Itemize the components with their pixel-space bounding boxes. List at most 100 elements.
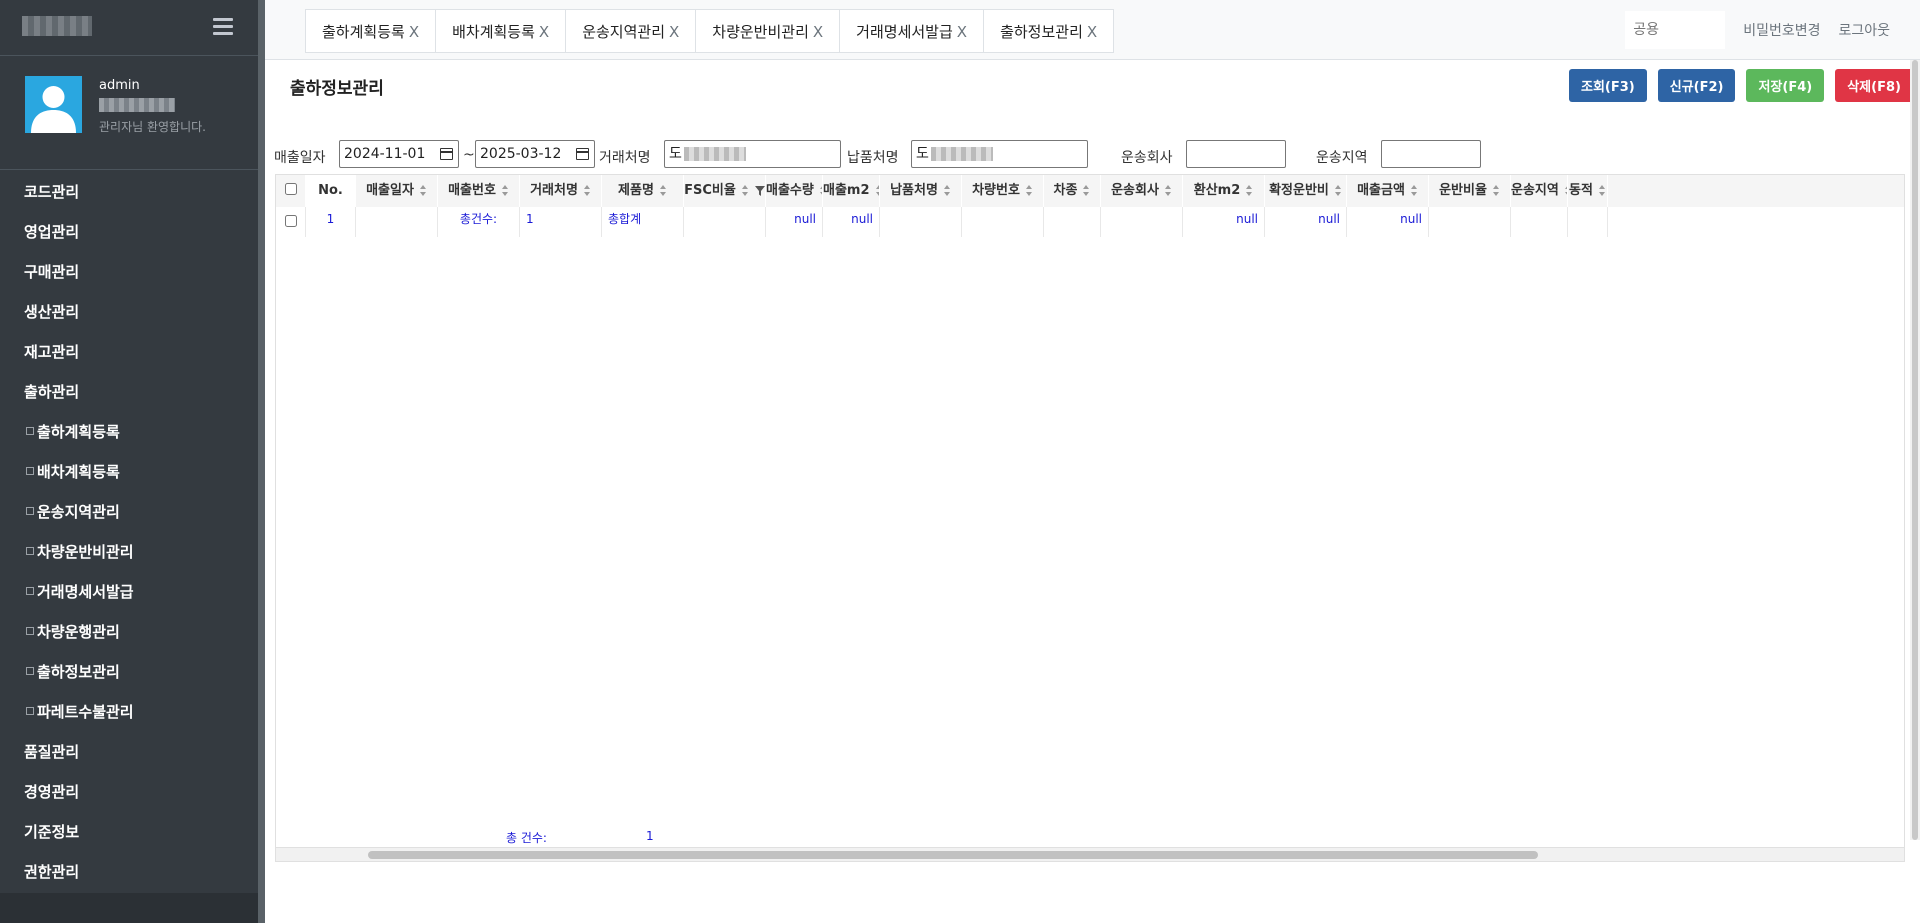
column-header[interactable]: 납품처명: [880, 175, 962, 207]
calendar-icon[interactable]: [440, 148, 453, 160]
sort-icon[interactable]: [1492, 185, 1500, 196]
tab-close-icon[interactable]: X: [957, 23, 967, 41]
column-header[interactable]: 거래처명: [520, 175, 602, 207]
cell-dynamic[interactable]: [1568, 207, 1608, 237]
date-to-input[interactable]: 2025-03-12: [475, 140, 595, 168]
sort-icon[interactable]: [1025, 185, 1033, 196]
sidebar-item[interactable]: 구매관리: [0, 252, 258, 292]
row-checkbox[interactable]: [284, 215, 297, 227]
cell-product[interactable]: 총합계: [602, 207, 684, 237]
tab[interactable]: 출하계획등록 X: [305, 9, 436, 53]
column-header[interactable]: 매출번호: [438, 175, 520, 207]
cell-m2[interactable]: null: [823, 207, 880, 237]
calendar-icon[interactable]: [576, 148, 589, 160]
column-header[interactable]: 동적: [1568, 175, 1608, 207]
select-all-checkbox[interactable]: [284, 183, 297, 195]
transport-region-input[interactable]: [1381, 140, 1481, 168]
sort-icon[interactable]: [1410, 185, 1418, 196]
column-header[interactable]: 환산m2: [1183, 175, 1265, 207]
cell-conv-m2[interactable]: null: [1183, 207, 1265, 237]
cell-no[interactable]: 1: [306, 207, 356, 237]
delivery-input[interactable]: 도: [911, 140, 1088, 168]
tab-close-icon[interactable]: X: [539, 23, 549, 41]
tab[interactable]: 출하정보관리 X: [983, 9, 1115, 53]
cell-vehicle-type[interactable]: [1044, 207, 1101, 237]
sidebar-item[interactable]: 배차계획등록: [0, 452, 258, 492]
cell-vehicle-no[interactable]: [962, 207, 1044, 237]
column-header[interactable]: 운송지역: [1511, 175, 1568, 207]
sort-icon[interactable]: [659, 185, 667, 196]
sidebar-item[interactable]: 재고관리: [0, 332, 258, 372]
column-header[interactable]: 운송회사: [1101, 175, 1183, 207]
column-header[interactable]: 매출일자: [356, 175, 438, 207]
tab-close-icon[interactable]: X: [669, 23, 679, 41]
tab[interactable]: 배차계획등록 X: [435, 9, 566, 53]
sort-icon[interactable]: [1598, 185, 1606, 196]
cell-customer[interactable]: 1: [520, 207, 602, 237]
column-header[interactable]: 확정운반비: [1265, 175, 1347, 207]
cell-confirmed-fee[interactable]: null: [1265, 207, 1347, 237]
vertical-scrollbar[interactable]: [1910, 60, 1920, 840]
column-header[interactable]: 차종: [1044, 175, 1101, 207]
date-from-input[interactable]: 2024-11-01: [339, 140, 459, 168]
sort-icon[interactable]: [1164, 185, 1172, 196]
sort-icon[interactable]: [741, 185, 749, 196]
sidebar-item[interactable]: 차량운행관리: [0, 612, 258, 652]
save-button[interactable]: 저장(F4): [1746, 69, 1825, 102]
sidebar-item[interactable]: 품질관리: [0, 732, 258, 772]
column-header[interactable]: 운반비율: [1429, 175, 1511, 207]
sidebar-item[interactable]: 차량운반비관리: [0, 532, 258, 572]
sidebar-item[interactable]: 파레트수불관리: [0, 692, 258, 732]
filter-icon[interactable]: [749, 183, 765, 198]
sidebar-item[interactable]: 경영관리: [0, 772, 258, 812]
common-input[interactable]: [1625, 11, 1726, 49]
sidebar-item[interactable]: 거래명세서발급: [0, 572, 258, 612]
cell-region[interactable]: [1511, 207, 1568, 237]
table-row[interactable]: 1 총건수: 1 총합계 null null null null null: [276, 207, 1904, 237]
hamburger-menu-icon[interactable]: [213, 18, 233, 36]
sort-icon[interactable]: [1246, 185, 1253, 196]
sort-icon[interactable]: [419, 185, 427, 196]
column-header[interactable]: No.: [306, 175, 356, 207]
tab-close-icon[interactable]: X: [1087, 23, 1097, 41]
column-header[interactable]: FSC비율: [684, 175, 766, 207]
sidebar-item[interactable]: 출하관리: [0, 372, 258, 412]
sidebar-item[interactable]: 생산관리: [0, 292, 258, 332]
cell-fsc[interactable]: [684, 207, 766, 237]
tab-close-icon[interactable]: X: [813, 23, 823, 41]
sort-icon[interactable]: [583, 185, 591, 196]
customer-input[interactable]: 도: [664, 140, 841, 168]
horizontal-scroll-thumb[interactable]: [368, 851, 1538, 859]
sidebar-item[interactable]: 출하정보관리: [0, 652, 258, 692]
tab-close-icon[interactable]: X: [409, 23, 419, 41]
cell-qty[interactable]: null: [766, 207, 823, 237]
tab[interactable]: 거래명세서발급 X: [839, 9, 984, 53]
cell-amount[interactable]: null: [1347, 207, 1429, 237]
sidebar-item[interactable]: 기준정보: [0, 812, 258, 852]
sort-icon[interactable]: [1334, 185, 1342, 196]
column-header[interactable]: 매출수량: [766, 175, 823, 207]
cell-sales-no[interactable]: 총건수:: [438, 207, 520, 237]
sort-icon[interactable]: [943, 185, 951, 196]
sidebar-item[interactable]: 권한관리: [0, 852, 258, 892]
cell-fee-ratio[interactable]: [1429, 207, 1511, 237]
cell-sales-date[interactable]: [356, 207, 438, 237]
delete-button[interactable]: 삭제(F8): [1835, 69, 1913, 102]
tab[interactable]: 차량운반비관리 X: [695, 9, 840, 53]
transport-company-input[interactable]: [1186, 140, 1286, 168]
column-header[interactable]: 매출m2: [823, 175, 880, 207]
sort-icon[interactable]: [1083, 185, 1090, 196]
change-password-link[interactable]: 비밀번호변경: [1743, 20, 1820, 40]
cell-delivery[interactable]: [880, 207, 962, 237]
cell-transport-company[interactable]: [1101, 207, 1183, 237]
search-button[interactable]: 조회(F3): [1569, 69, 1647, 102]
sort-icon[interactable]: [501, 185, 509, 196]
new-button[interactable]: 신규(F2): [1657, 69, 1736, 102]
tab[interactable]: 운송지역관리 X: [565, 9, 696, 53]
sidebar-item[interactable]: 코드관리: [0, 172, 258, 212]
column-header[interactable]: 매출금액: [1347, 175, 1429, 207]
sidebar-item[interactable]: 영업관리: [0, 212, 258, 252]
horizontal-scrollbar[interactable]: [276, 847, 1904, 861]
logout-link[interactable]: 로그아웃: [1838, 20, 1890, 40]
vertical-scroll-thumb[interactable]: [1912, 60, 1918, 840]
